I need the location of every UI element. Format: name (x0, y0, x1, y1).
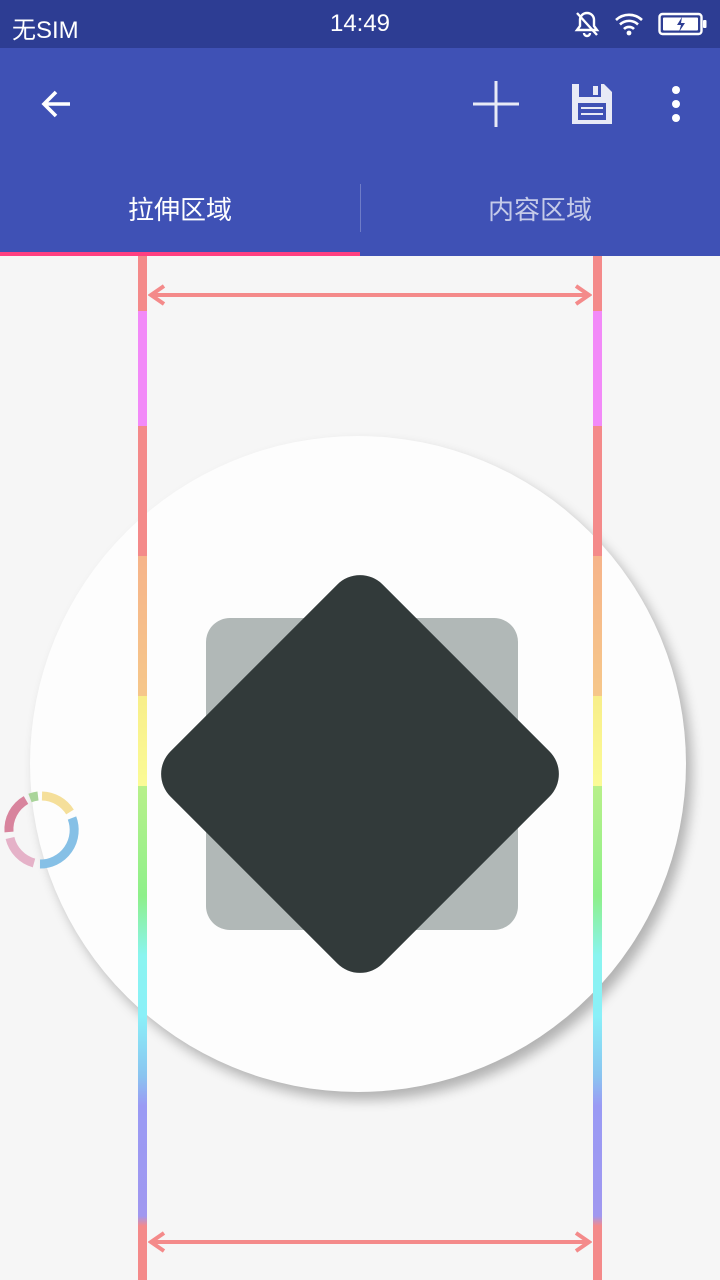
icon-preview-canvas (0, 256, 720, 1280)
status-icons (574, 10, 708, 38)
stretch-guide-right[interactable] (593, 256, 602, 1280)
add-icon[interactable] (466, 74, 526, 134)
back-arrow-icon[interactable] (26, 74, 86, 134)
stretch-guide-left[interactable] (138, 256, 147, 1280)
status-bar: 无SIM 14:49 (0, 0, 720, 48)
floating-ring-icon[interactable] (0, 788, 84, 872)
tab-stretch-area[interactable]: 拉伸区域 (0, 160, 360, 256)
tab-bar: 拉伸区域 内容区域 (0, 160, 720, 256)
app-toolbar (0, 48, 720, 160)
wifi-icon (615, 13, 643, 36)
tab-content-area[interactable]: 内容区域 (360, 160, 720, 256)
battery-charging-icon (658, 12, 707, 36)
save-icon[interactable] (562, 74, 622, 134)
stretch-guide-arrow-icon (148, 284, 592, 306)
more-vert-icon[interactable] (646, 74, 706, 134)
bell-off-icon (574, 11, 600, 38)
stretch-guide-arrow-icon (148, 1231, 592, 1253)
